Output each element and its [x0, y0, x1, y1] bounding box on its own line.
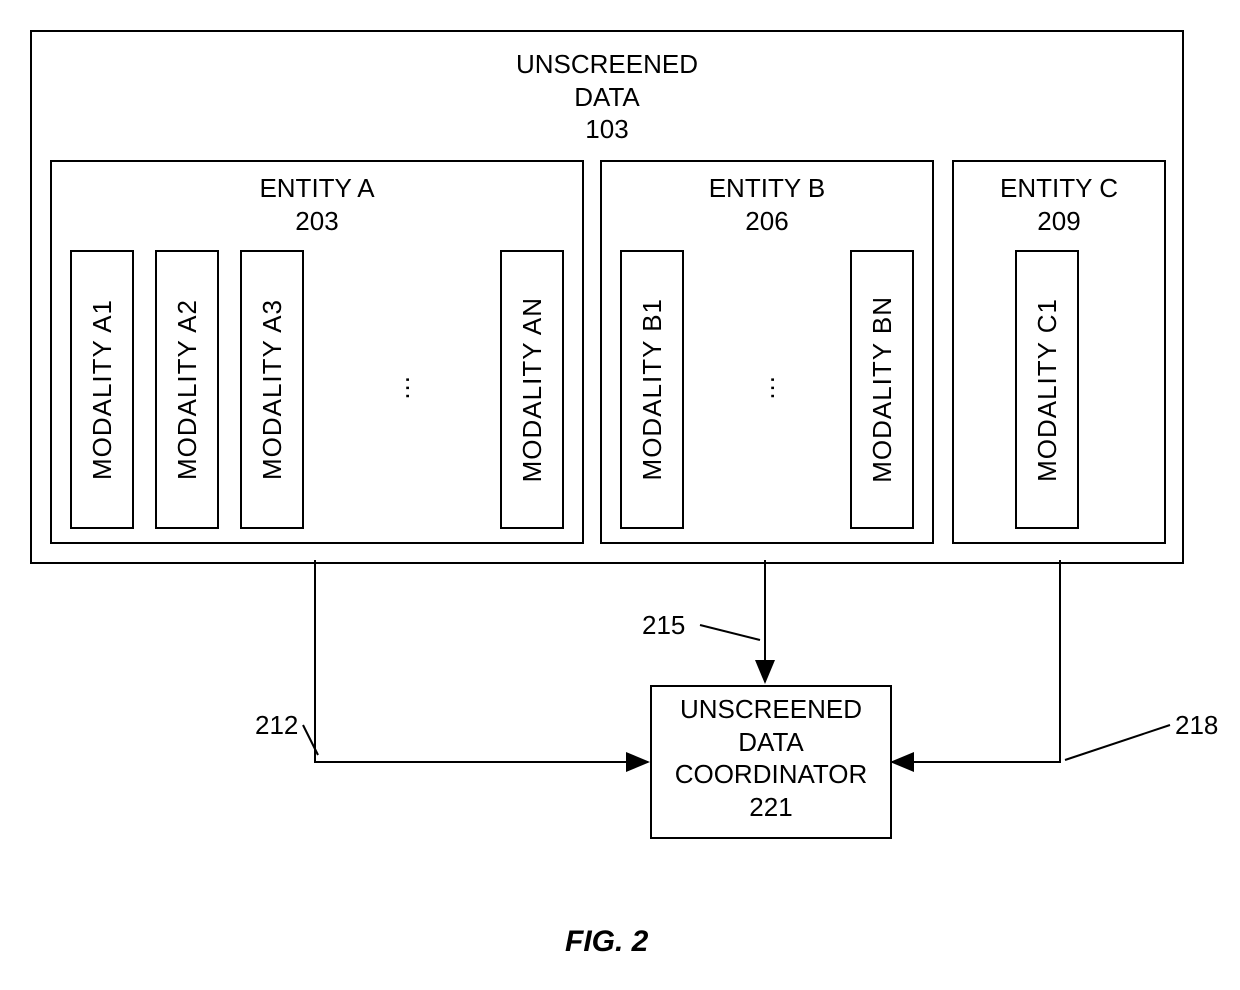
entity-b-ellipsis-text: ...: [750, 375, 781, 400]
modality-a2-label: MODALITY A2: [172, 299, 203, 480]
modality-an-label: MODALITY AN: [517, 297, 548, 482]
modality-b1-label: MODALITY B1: [637, 298, 668, 480]
modality-c1-label: MODALITY C1: [1032, 298, 1063, 482]
arrow-label-212: 212: [255, 710, 298, 741]
unscreened-title-line1: UNSCREENED: [516, 49, 698, 79]
modality-bn-box: MODALITY BN: [850, 250, 914, 529]
arrow-212: [315, 560, 648, 762]
entity-c-number: 209: [1037, 206, 1080, 236]
modality-an-box: MODALITY AN: [500, 250, 564, 529]
coordinator-line1: UNSCREENED: [680, 694, 862, 724]
entity-c-title: ENTITY C: [1000, 173, 1118, 203]
modality-a2-box: MODALITY A2: [155, 250, 219, 529]
coordinator-box: UNSCREENED DATA COORDINATOR 221: [650, 685, 892, 839]
arrow-label-215: 215: [642, 610, 685, 641]
entity-a-ellipsis-text: ...: [385, 375, 416, 400]
coordinator-title-block: UNSCREENED DATA COORDINATOR 221: [652, 693, 890, 823]
unscreened-data-title: UNSCREENED DATA 103: [32, 48, 1182, 146]
entity-c-title-block: ENTITY C 209: [954, 172, 1164, 237]
figure-caption: FIG. 2: [565, 925, 648, 959]
modality-a3-box: MODALITY A3: [240, 250, 304, 529]
leader-218: [1065, 725, 1170, 760]
modality-bn-label: MODALITY BN: [867, 296, 898, 483]
entity-a-title: ENTITY A: [259, 173, 374, 203]
entity-a-title-block: ENTITY A 203: [52, 172, 582, 237]
modality-a3-label: MODALITY A3: [257, 299, 288, 480]
entity-a-number: 203: [295, 206, 338, 236]
arrow-label-218: 218: [1175, 710, 1218, 741]
unscreened-number: 103: [585, 114, 628, 144]
modality-a1-box: MODALITY A1: [70, 250, 134, 529]
modality-a1-label: MODALITY A1: [87, 299, 118, 480]
entity-b-number: 206: [745, 206, 788, 236]
coordinator-number: 221: [749, 792, 792, 822]
leader-215: [700, 625, 760, 640]
entity-b-title: ENTITY B: [709, 173, 826, 203]
coordinator-line3: COORDINATOR: [675, 759, 868, 789]
entity-b-ellipsis: ...: [700, 250, 830, 525]
entity-b-title-block: ENTITY B 206: [602, 172, 932, 237]
entity-a-ellipsis: ...: [330, 250, 470, 525]
leader-212: [303, 725, 318, 755]
arrow-218: [892, 560, 1060, 762]
unscreened-title-line2: DATA: [574, 82, 639, 112]
modality-c1-box: MODALITY C1: [1015, 250, 1079, 529]
modality-b1-box: MODALITY B1: [620, 250, 684, 529]
coordinator-line2: DATA: [738, 727, 803, 757]
